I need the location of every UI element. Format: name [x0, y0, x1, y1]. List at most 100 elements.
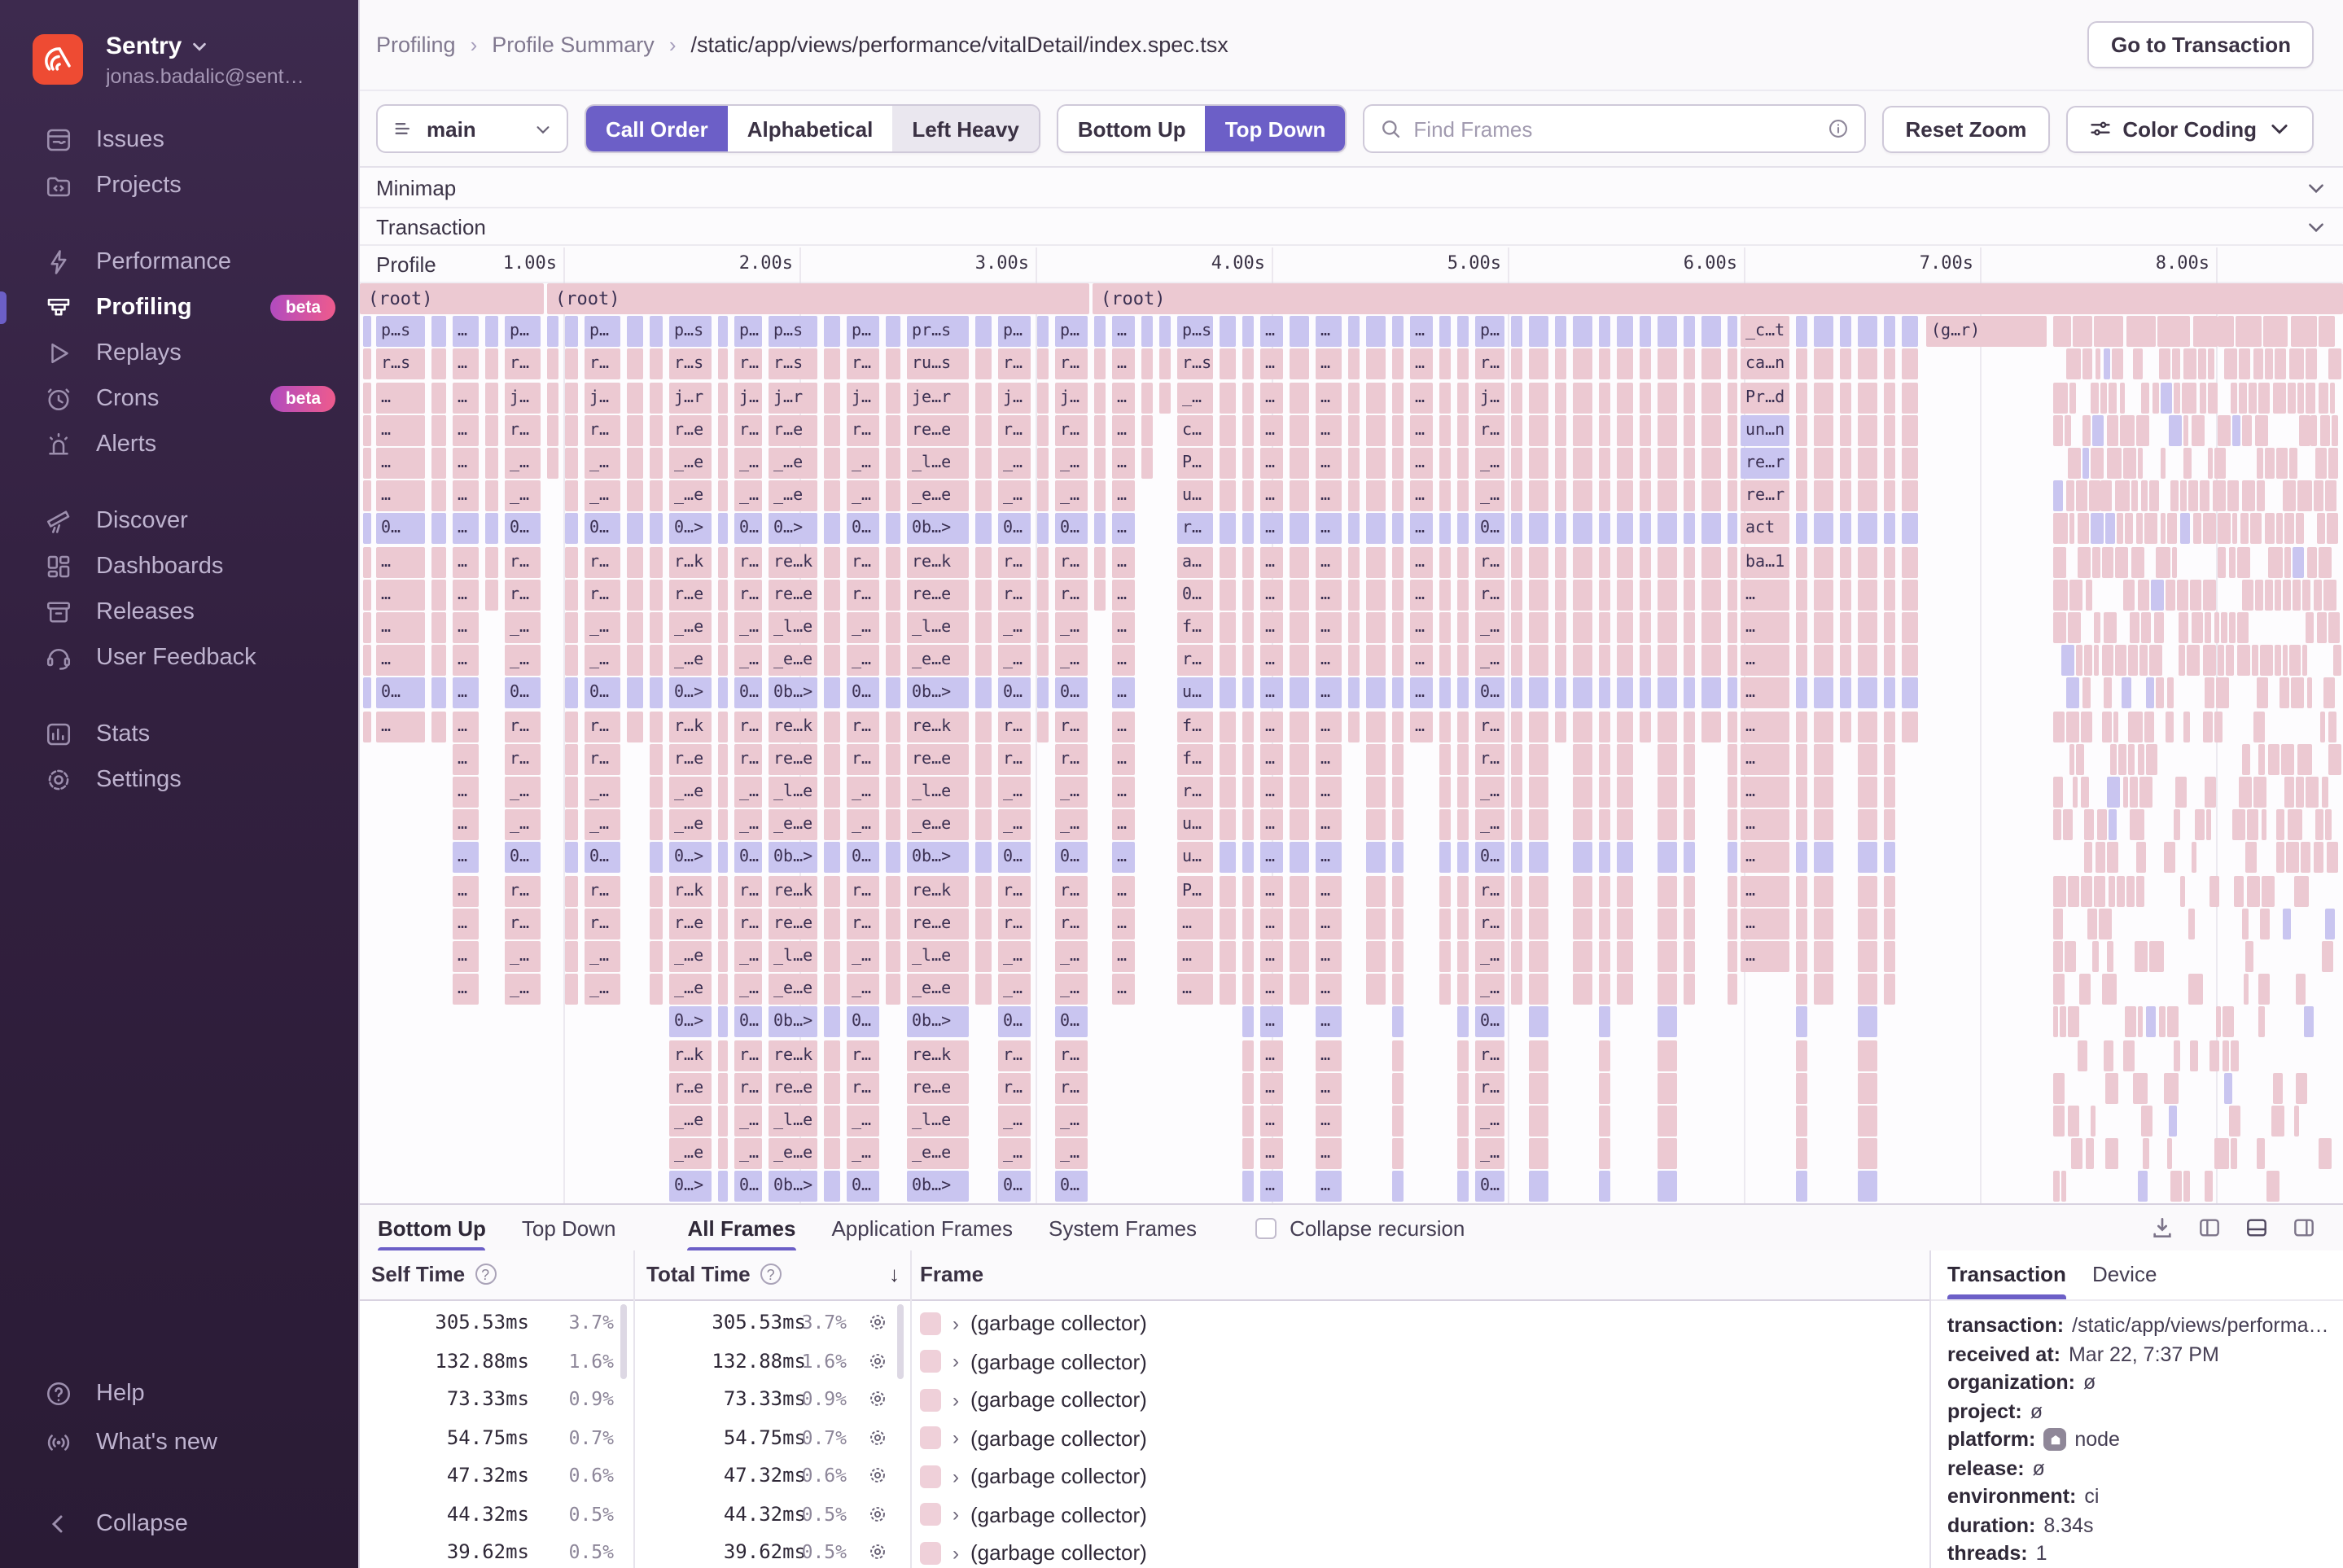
flame-frame-cell[interactable]: [1599, 645, 1610, 676]
flame-frame-cell[interactable]: _…: [847, 480, 879, 511]
flame-frame-cell[interactable]: [1220, 348, 1236, 379]
flame-frame-cell[interactable]: [650, 612, 663, 643]
flame-frame-cell[interactable]: [1658, 316, 1677, 347]
sidebar-collapse[interactable]: Collapse: [0, 1500, 358, 1548]
frame-gear-icon[interactable]: [866, 1426, 889, 1453]
flame-frame-cell[interactable]: r…: [847, 909, 879, 939]
flame-frame-cell[interactable]: [2231, 1040, 2239, 1071]
flame-frame-cell[interactable]: [1348, 448, 1360, 479]
flame-frame-cell[interactable]: [2100, 383, 2107, 414]
flame-frame-cell[interactable]: [1094, 415, 1106, 446]
flame-frame-cell[interactable]: _…: [847, 777, 879, 808]
flame-frame-cell[interactable]: [1728, 513, 1737, 544]
flame-frame-cell[interactable]: [2322, 941, 2333, 972]
flame-frame-cell[interactable]: [2253, 348, 2263, 379]
flame-frame-cell[interactable]: [2053, 712, 2065, 742]
flame-frame-cell[interactable]: r…: [505, 580, 541, 611]
flame-frame-cell[interactable]: …: [1112, 712, 1135, 742]
flame-frame-cell[interactable]: [1658, 677, 1677, 708]
flame-frame-cell[interactable]: [1511, 448, 1522, 479]
flame-frame-cell[interactable]: …: [1741, 612, 1789, 643]
expand-chevron-icon[interactable]: ›: [953, 1388, 959, 1411]
flame-frame-cell[interactable]: [824, 612, 840, 643]
flame-frame-cell[interactable]: r…k: [669, 876, 712, 907]
flame-frame-cell[interactable]: [1141, 448, 1153, 479]
flame-frame-cell[interactable]: [2164, 1073, 2179, 1104]
flame-frame-cell[interactable]: [1439, 974, 1451, 1005]
flame-frame-cell[interactable]: [2091, 513, 2104, 544]
flame-frame-cell[interactable]: [1858, 744, 1877, 775]
tab-all-frames[interactable]: All Frames: [688, 1204, 796, 1251]
flame-frame-cell[interactable]: [2149, 480, 2159, 511]
flame-frame-cell[interactable]: [886, 480, 900, 511]
flame-frame-cell[interactable]: …: [1260, 383, 1283, 414]
flame-frame-cell[interactable]: [1814, 809, 1833, 840]
flame-frame-cell[interactable]: _l…e: [907, 777, 969, 808]
flame-frame-cell[interactable]: [2113, 712, 2118, 742]
flame-frame-cell[interactable]: [2161, 448, 2166, 479]
flame-frame-cell[interactable]: 0…: [1475, 677, 1504, 708]
flame-frame-cell[interactable]: [2284, 547, 2291, 578]
flame-frame-cell[interactable]: [1366, 809, 1386, 840]
flame-frame-cell[interactable]: r…: [734, 876, 762, 907]
flame-frame-cell[interactable]: [363, 348, 371, 379]
flame-frame-cell[interactable]: re…k: [769, 712, 817, 742]
flame-frame-cell[interactable]: [2068, 448, 2081, 479]
flame-frame-cell[interactable]: …: [376, 712, 425, 742]
scrollbar[interactable]: [897, 1304, 904, 1379]
frame-gear-icon[interactable]: [866, 1311, 889, 1338]
flame-frame-cell[interactable]: [1457, 645, 1469, 676]
flame-frame-cell[interactable]: _…: [505, 777, 541, 808]
flame-frame-cell[interactable]: [1392, 480, 1404, 511]
flame-frame-cell[interactable]: [2169, 415, 2182, 446]
flame-frame-cell[interactable]: r…: [505, 712, 541, 742]
flame-frame-cell[interactable]: un…n: [1741, 415, 1789, 446]
flame-frame-cell[interactable]: [431, 316, 446, 347]
flame-frame-cell[interactable]: _…: [847, 809, 879, 840]
flame-frame-cell[interactable]: [1658, 513, 1677, 544]
flame-frame-cell[interactable]: [2118, 744, 2126, 775]
flame-frame-cell[interactable]: [2328, 348, 2341, 379]
flame-frame-cell[interactable]: [2268, 547, 2283, 578]
flame-frame-cell[interactable]: [1242, 777, 1254, 808]
flame-frame-cell[interactable]: …: [453, 744, 479, 775]
flame-frame-cell[interactable]: [1242, 1006, 1254, 1037]
flame-frame-cell[interactable]: [1290, 909, 1309, 939]
flame-frame-cell[interactable]: [2096, 842, 2105, 873]
flame-frame-cell[interactable]: [824, 645, 840, 676]
flame-frame-cell[interactable]: [2053, 612, 2066, 643]
flame-frame-cell[interactable]: [2102, 974, 2117, 1005]
flame-frame-cell[interactable]: [1599, 941, 1610, 972]
flame-frame-cell[interactable]: _…: [734, 974, 762, 1005]
flame-frame-cell[interactable]: [2242, 580, 2253, 611]
flame-frame-cell[interactable]: [2053, 415, 2063, 446]
flame-frame-cell[interactable]: [1457, 415, 1469, 446]
flame-frame-cell[interactable]: [2183, 712, 2190, 742]
flame-frame-cell[interactable]: [1457, 974, 1469, 1005]
flame-frame-cell[interactable]: [1599, 513, 1610, 544]
flame-frame-cell[interactable]: [2076, 744, 2084, 775]
flame-frame-cell[interactable]: [1511, 547, 1522, 578]
flame-frame-cell[interactable]: [718, 1171, 728, 1202]
flame-frame-cell[interactable]: _l…e: [769, 1106, 817, 1137]
flame-frame-cell[interactable]: …: [1112, 480, 1135, 511]
flame-frame-cell[interactable]: [1701, 448, 1721, 479]
flame-frame-cell[interactable]: [1529, 974, 1548, 1005]
flame-frame-cell[interactable]: [1858, 415, 1877, 446]
flame-frame-cell[interactable]: [718, 547, 728, 578]
flame-frame-cell[interactable]: [1640, 712, 1651, 742]
flame-frame-cell[interactable]: …: [1260, 1073, 1283, 1104]
flame-frame-cell[interactable]: [718, 677, 728, 708]
flame-frame-cell[interactable]: …: [1260, 612, 1283, 643]
flame-frame-cell[interactable]: [2227, 480, 2239, 511]
flame-frame-cell[interactable]: [2244, 974, 2249, 1005]
flame-frame-cell[interactable]: [1366, 448, 1386, 479]
flame-frame-cell[interactable]: r…: [585, 712, 620, 742]
flame-frame-cell[interactable]: _…: [734, 941, 762, 972]
flame-frame-cell[interactable]: [1529, 480, 1548, 511]
table-row[interactable]: 47.32ms0.6%47.32ms0.6%›(garbage collecto…: [360, 1457, 1929, 1496]
flame-frame-cell[interactable]: [2301, 842, 2310, 873]
flame-frame-cell[interactable]: …: [453, 809, 479, 840]
flame-frame-cell[interactable]: _…: [998, 809, 1031, 840]
flame-frame-cell[interactable]: r…: [847, 1073, 879, 1104]
